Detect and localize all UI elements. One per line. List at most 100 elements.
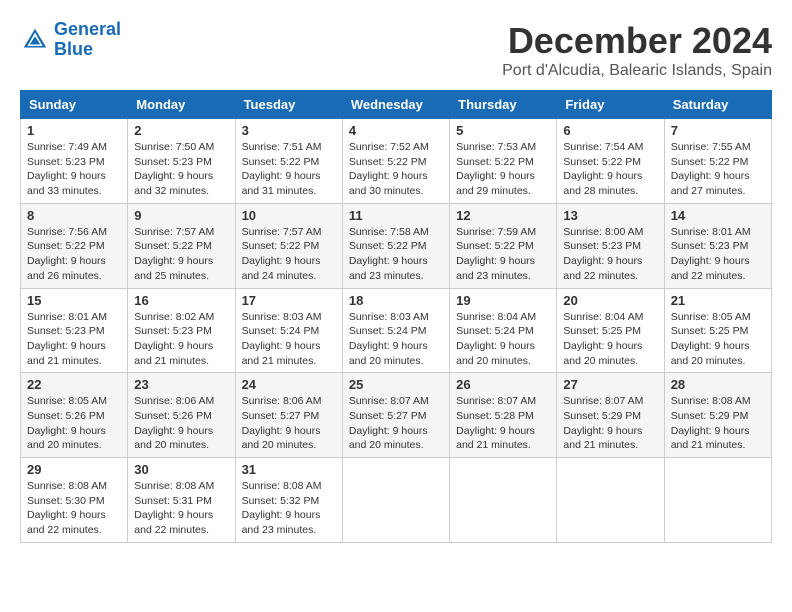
day-number: 25 — [349, 377, 443, 392]
day-info: Sunrise: 8:05 AMSunset: 5:25 PMDaylight:… — [671, 311, 751, 367]
table-row: 18 Sunrise: 8:03 AMSunset: 5:24 PMDaylig… — [342, 288, 449, 373]
day-number: 2 — [134, 123, 228, 138]
day-info: Sunrise: 7:53 AMSunset: 5:22 PMDaylight:… — [456, 141, 536, 197]
calendar-table: Sunday Monday Tuesday Wednesday Thursday… — [20, 90, 772, 543]
table-row: 5 Sunrise: 7:53 AMSunset: 5:22 PMDayligh… — [450, 119, 557, 204]
table-row: 27 Sunrise: 8:07 AMSunset: 5:29 PMDaylig… — [557, 373, 664, 458]
table-row: 24 Sunrise: 8:06 AMSunset: 5:27 PMDaylig… — [235, 373, 342, 458]
col-tuesday: Tuesday — [235, 91, 342, 119]
table-row: 31 Sunrise: 8:08 AMSunset: 5:32 PMDaylig… — [235, 458, 342, 543]
day-number: 9 — [134, 208, 228, 223]
day-info: Sunrise: 8:08 AMSunset: 5:31 PMDaylight:… — [134, 480, 214, 536]
table-row: 4 Sunrise: 7:52 AMSunset: 5:22 PMDayligh… — [342, 119, 449, 204]
day-info: Sunrise: 8:07 AMSunset: 5:28 PMDaylight:… — [456, 395, 536, 451]
day-number: 8 — [27, 208, 121, 223]
day-number: 12 — [456, 208, 550, 223]
table-row — [342, 458, 449, 543]
logo-text: General Blue — [54, 20, 121, 60]
day-info: Sunrise: 8:07 AMSunset: 5:27 PMDaylight:… — [349, 395, 429, 451]
day-info: Sunrise: 7:54 AMSunset: 5:22 PMDaylight:… — [563, 141, 643, 197]
table-row: 16 Sunrise: 8:02 AMSunset: 5:23 PMDaylig… — [128, 288, 235, 373]
table-row: 21 Sunrise: 8:05 AMSunset: 5:25 PMDaylig… — [664, 288, 771, 373]
day-info: Sunrise: 8:08 AMSunset: 5:30 PMDaylight:… — [27, 480, 107, 536]
table-row: 2 Sunrise: 7:50 AMSunset: 5:23 PMDayligh… — [128, 119, 235, 204]
table-row: 15 Sunrise: 8:01 AMSunset: 5:23 PMDaylig… — [21, 288, 128, 373]
col-saturday: Saturday — [664, 91, 771, 119]
table-row: 29 Sunrise: 8:08 AMSunset: 5:30 PMDaylig… — [21, 458, 128, 543]
day-number: 15 — [27, 293, 121, 308]
col-wednesday: Wednesday — [342, 91, 449, 119]
day-number: 24 — [242, 377, 336, 392]
table-row: 12 Sunrise: 7:59 AMSunset: 5:22 PMDaylig… — [450, 203, 557, 288]
day-info: Sunrise: 8:04 AMSunset: 5:25 PMDaylight:… — [563, 311, 643, 367]
title-section: December 2024 Port d'Alcudia, Balearic I… — [502, 20, 772, 80]
col-monday: Monday — [128, 91, 235, 119]
table-row: 7 Sunrise: 7:55 AMSunset: 5:22 PMDayligh… — [664, 119, 771, 204]
table-row: 25 Sunrise: 8:07 AMSunset: 5:27 PMDaylig… — [342, 373, 449, 458]
day-number: 19 — [456, 293, 550, 308]
table-row — [450, 458, 557, 543]
calendar-week-2: 8 Sunrise: 7:56 AMSunset: 5:22 PMDayligh… — [21, 203, 772, 288]
table-row: 30 Sunrise: 8:08 AMSunset: 5:31 PMDaylig… — [128, 458, 235, 543]
day-info: Sunrise: 8:05 AMSunset: 5:26 PMDaylight:… — [27, 395, 107, 451]
day-number: 14 — [671, 208, 765, 223]
logo: General Blue — [20, 20, 121, 60]
day-info: Sunrise: 7:50 AMSunset: 5:23 PMDaylight:… — [134, 141, 214, 197]
day-info: Sunrise: 7:51 AMSunset: 5:22 PMDaylight:… — [242, 141, 322, 197]
day-info: Sunrise: 7:55 AMSunset: 5:22 PMDaylight:… — [671, 141, 751, 197]
day-number: 16 — [134, 293, 228, 308]
table-row: 11 Sunrise: 7:58 AMSunset: 5:22 PMDaylig… — [342, 203, 449, 288]
day-info: Sunrise: 8:00 AMSunset: 5:23 PMDaylight:… — [563, 226, 643, 282]
day-info: Sunrise: 8:01 AMSunset: 5:23 PMDaylight:… — [27, 311, 107, 367]
day-number: 3 — [242, 123, 336, 138]
day-number: 4 — [349, 123, 443, 138]
day-number: 10 — [242, 208, 336, 223]
table-row: 23 Sunrise: 8:06 AMSunset: 5:26 PMDaylig… — [128, 373, 235, 458]
day-info: Sunrise: 8:03 AMSunset: 5:24 PMDaylight:… — [242, 311, 322, 367]
table-row: 10 Sunrise: 7:57 AMSunset: 5:22 PMDaylig… — [235, 203, 342, 288]
table-row: 19 Sunrise: 8:04 AMSunset: 5:24 PMDaylig… — [450, 288, 557, 373]
day-info: Sunrise: 8:08 AMSunset: 5:29 PMDaylight:… — [671, 395, 751, 451]
day-number: 26 — [456, 377, 550, 392]
day-info: Sunrise: 8:06 AMSunset: 5:27 PMDaylight:… — [242, 395, 322, 451]
main-title: December 2024 — [502, 20, 772, 62]
day-number: 31 — [242, 462, 336, 477]
table-row: 20 Sunrise: 8:04 AMSunset: 5:25 PMDaylig… — [557, 288, 664, 373]
day-number: 29 — [27, 462, 121, 477]
day-number: 30 — [134, 462, 228, 477]
day-info: Sunrise: 7:59 AMSunset: 5:22 PMDaylight:… — [456, 226, 536, 282]
day-info: Sunrise: 8:04 AMSunset: 5:24 PMDaylight:… — [456, 311, 536, 367]
day-info: Sunrise: 7:49 AMSunset: 5:23 PMDaylight:… — [27, 141, 107, 197]
subtitle: Port d'Alcudia, Balearic Islands, Spain — [502, 62, 772, 80]
calendar-week-1: 1 Sunrise: 7:49 AMSunset: 5:23 PMDayligh… — [21, 119, 772, 204]
col-sunday: Sunday — [21, 91, 128, 119]
day-number: 20 — [563, 293, 657, 308]
day-number: 13 — [563, 208, 657, 223]
table-row: 13 Sunrise: 8:00 AMSunset: 5:23 PMDaylig… — [557, 203, 664, 288]
day-number: 17 — [242, 293, 336, 308]
calendar-week-4: 22 Sunrise: 8:05 AMSunset: 5:26 PMDaylig… — [21, 373, 772, 458]
table-row: 26 Sunrise: 8:07 AMSunset: 5:28 PMDaylig… — [450, 373, 557, 458]
day-info: Sunrise: 7:56 AMSunset: 5:22 PMDaylight:… — [27, 226, 107, 282]
day-number: 27 — [563, 377, 657, 392]
table-row — [557, 458, 664, 543]
day-info: Sunrise: 8:03 AMSunset: 5:24 PMDaylight:… — [349, 311, 429, 367]
table-row: 1 Sunrise: 7:49 AMSunset: 5:23 PMDayligh… — [21, 119, 128, 204]
day-number: 6 — [563, 123, 657, 138]
day-info: Sunrise: 7:52 AMSunset: 5:22 PMDaylight:… — [349, 141, 429, 197]
day-number: 11 — [349, 208, 443, 223]
table-row: 8 Sunrise: 7:56 AMSunset: 5:22 PMDayligh… — [21, 203, 128, 288]
day-number: 22 — [27, 377, 121, 392]
table-row — [664, 458, 771, 543]
day-number: 28 — [671, 377, 765, 392]
day-info: Sunrise: 7:57 AMSunset: 5:22 PMDaylight:… — [134, 226, 214, 282]
table-row: 9 Sunrise: 7:57 AMSunset: 5:22 PMDayligh… — [128, 203, 235, 288]
day-info: Sunrise: 8:01 AMSunset: 5:23 PMDaylight:… — [671, 226, 751, 282]
day-info: Sunrise: 7:58 AMSunset: 5:22 PMDaylight:… — [349, 226, 429, 282]
logo-icon — [20, 25, 50, 55]
table-row: 17 Sunrise: 8:03 AMSunset: 5:24 PMDaylig… — [235, 288, 342, 373]
calendar-week-5: 29 Sunrise: 8:08 AMSunset: 5:30 PMDaylig… — [21, 458, 772, 543]
day-number: 7 — [671, 123, 765, 138]
col-friday: Friday — [557, 91, 664, 119]
table-row: 28 Sunrise: 8:08 AMSunset: 5:29 PMDaylig… — [664, 373, 771, 458]
